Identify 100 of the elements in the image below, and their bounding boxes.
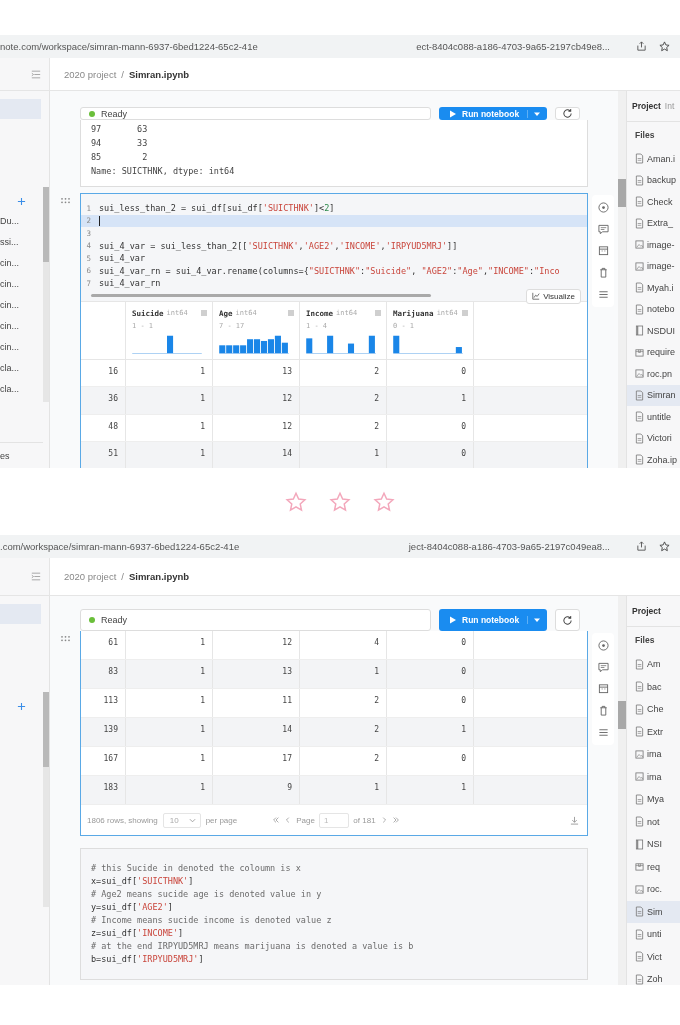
document-icon xyxy=(635,432,644,444)
caret-icon[interactable] xyxy=(527,109,541,118)
scrollbar[interactable] xyxy=(43,692,49,907)
download-icon[interactable] xyxy=(570,815,579,825)
share-icon[interactable] xyxy=(636,541,647,552)
notebook-cell[interactable] xyxy=(80,193,588,468)
file-item[interactable]: Extr xyxy=(627,720,680,743)
row-index: 113 xyxy=(102,695,119,707)
sidebar-item[interactable]: cla... xyxy=(0,358,43,379)
collapse-sidebar-icon[interactable] xyxy=(31,69,41,79)
file-item[interactable]: NSI xyxy=(627,833,680,856)
scrollbar[interactable] xyxy=(43,187,49,402)
table-cell: 2 xyxy=(299,414,386,441)
bookmark-star-icon[interactable] xyxy=(659,41,670,52)
sidebar-item[interactable]: cin... xyxy=(0,337,43,358)
sidebar-item[interactable]: Du... xyxy=(0,211,43,232)
file-item[interactable]: ima xyxy=(627,765,680,788)
share-icon[interactable] xyxy=(636,41,647,52)
file-item[interactable]: Vict xyxy=(627,945,680,968)
file-item[interactable]: not xyxy=(627,810,680,833)
file-item[interactable]: Check xyxy=(627,191,680,213)
run-cell-icon[interactable] xyxy=(597,640,609,652)
plus-icon[interactable] xyxy=(17,701,26,711)
file-item[interactable]: notebo xyxy=(627,298,680,320)
document-icon xyxy=(635,951,644,963)
horizontal-scrollbar[interactable] xyxy=(91,293,431,297)
file-item[interactable]: Zoha.ip xyxy=(627,449,680,468)
sidebar-item[interactable]: cin... xyxy=(0,316,43,337)
caret-icon[interactable] xyxy=(527,616,541,624)
file-item[interactable]: Myah.i xyxy=(627,277,680,299)
comment-icon[interactable] xyxy=(597,223,609,235)
file-item[interactable]: backup xyxy=(627,169,680,191)
calendar-icon[interactable] xyxy=(597,683,609,695)
scrollbar[interactable] xyxy=(618,596,626,985)
refresh-button[interactable] xyxy=(555,609,580,631)
file-item[interactable]: untitle xyxy=(627,406,680,428)
panel-tab[interactable]: Project xyxy=(632,101,661,111)
sidebar-item[interactable]: cin... xyxy=(0,295,43,316)
table-cell: 2 xyxy=(299,359,386,386)
breadcrumb-link[interactable]: 2020 project xyxy=(64,68,117,80)
bookmark-star-icon[interactable] xyxy=(659,541,670,552)
drag-handle-icon[interactable] xyxy=(60,197,71,204)
sidebar-item[interactable]: cla... xyxy=(0,379,43,400)
file-item[interactable]: Mya xyxy=(627,788,680,811)
table-cell: 12 xyxy=(212,414,299,441)
sidebar-item[interactable]: cin... xyxy=(0,274,43,295)
drag-handle-icon[interactable] xyxy=(60,635,71,642)
output-cell[interactable]: 97 63 94 33 85 2 Name: SUICTHNK, dtype: int64 xyxy=(80,120,588,187)
breadcrumb-current: Simran.ipynb xyxy=(128,571,190,582)
calendar-icon[interactable] xyxy=(597,245,609,257)
file-item[interactable]: roc.pn xyxy=(627,363,680,385)
file-item[interactable]: Zoh xyxy=(627,968,680,985)
image-file-icon xyxy=(635,883,644,895)
code-line: y=sui_df['AGE2'] xyxy=(91,901,173,912)
file-item[interactable]: Aman.i xyxy=(627,148,680,170)
file-item[interactable]: unti xyxy=(627,923,680,946)
notebook-cell[interactable]: 61 1 12 4 0 83 1 13 1 0 113 1 11 2 0 139 1 14 2 1 167 1 17 2 0 183 1 9 1 1 1806 rows, showing 10 per page Page 1 of 181 xyxy=(80,631,588,836)
code-line: # this Sucide in denoted the coloumn is x xyxy=(91,862,301,873)
sidebar-item[interactable]: cin... xyxy=(0,253,43,274)
document-icon xyxy=(635,658,644,670)
row-index: 48 xyxy=(107,420,119,433)
output-line: 97 63 xyxy=(91,123,149,136)
menu-icon[interactable] xyxy=(597,288,609,300)
file-item[interactable]: ima xyxy=(627,743,680,766)
star-icon xyxy=(285,490,307,513)
menu-icon[interactable] xyxy=(597,726,609,738)
scrollbar[interactable] xyxy=(618,91,626,468)
file-item[interactable]: Che xyxy=(627,698,680,721)
breadcrumb-link[interactable]: 2020 project xyxy=(64,571,117,582)
file-item[interactable]: image- xyxy=(627,234,680,256)
code-line: sui_less_than_2 = sui_df[sui_df['SUICTHNK']<2] xyxy=(99,203,335,214)
file-item[interactable]: Simran xyxy=(627,384,680,406)
file-item[interactable]: NSDUI xyxy=(627,320,680,342)
table-cell: 14 xyxy=(212,442,299,468)
document-icon xyxy=(635,906,644,918)
table-cell: 12 xyxy=(212,387,299,414)
file-item[interactable]: bac xyxy=(627,675,680,698)
sidebar-item[interactable]: ssi... xyxy=(0,232,43,253)
last-page-icon[interactable] xyxy=(391,816,400,824)
panel-tab[interactable]: Project xyxy=(632,606,661,616)
file-item[interactable]: Extra_ xyxy=(627,212,680,234)
row-index: 167 xyxy=(102,753,119,765)
file-item[interactable]: image- xyxy=(627,255,680,277)
file-item[interactable]: Victori xyxy=(627,427,680,449)
file-item[interactable]: req xyxy=(627,855,680,878)
document-icon xyxy=(635,703,644,715)
collapse-sidebar-icon[interactable] xyxy=(31,572,41,581)
file-item[interactable]: Am xyxy=(627,653,680,676)
trash-icon[interactable] xyxy=(597,705,609,717)
trash-icon[interactable] xyxy=(597,267,609,279)
plus-icon[interactable] xyxy=(17,196,26,206)
run-cell-icon[interactable] xyxy=(597,202,609,214)
first-page-icon[interactable] xyxy=(272,816,281,824)
file-item[interactable]: require xyxy=(627,341,680,363)
refresh-button[interactable] xyxy=(555,107,580,120)
sidebar-section-label[interactable]: es xyxy=(0,442,43,461)
file-item[interactable]: Sim xyxy=(627,900,680,923)
comment-icon[interactable] xyxy=(597,661,609,673)
document-icon xyxy=(635,816,644,828)
file-item[interactable]: roc. xyxy=(627,878,680,901)
